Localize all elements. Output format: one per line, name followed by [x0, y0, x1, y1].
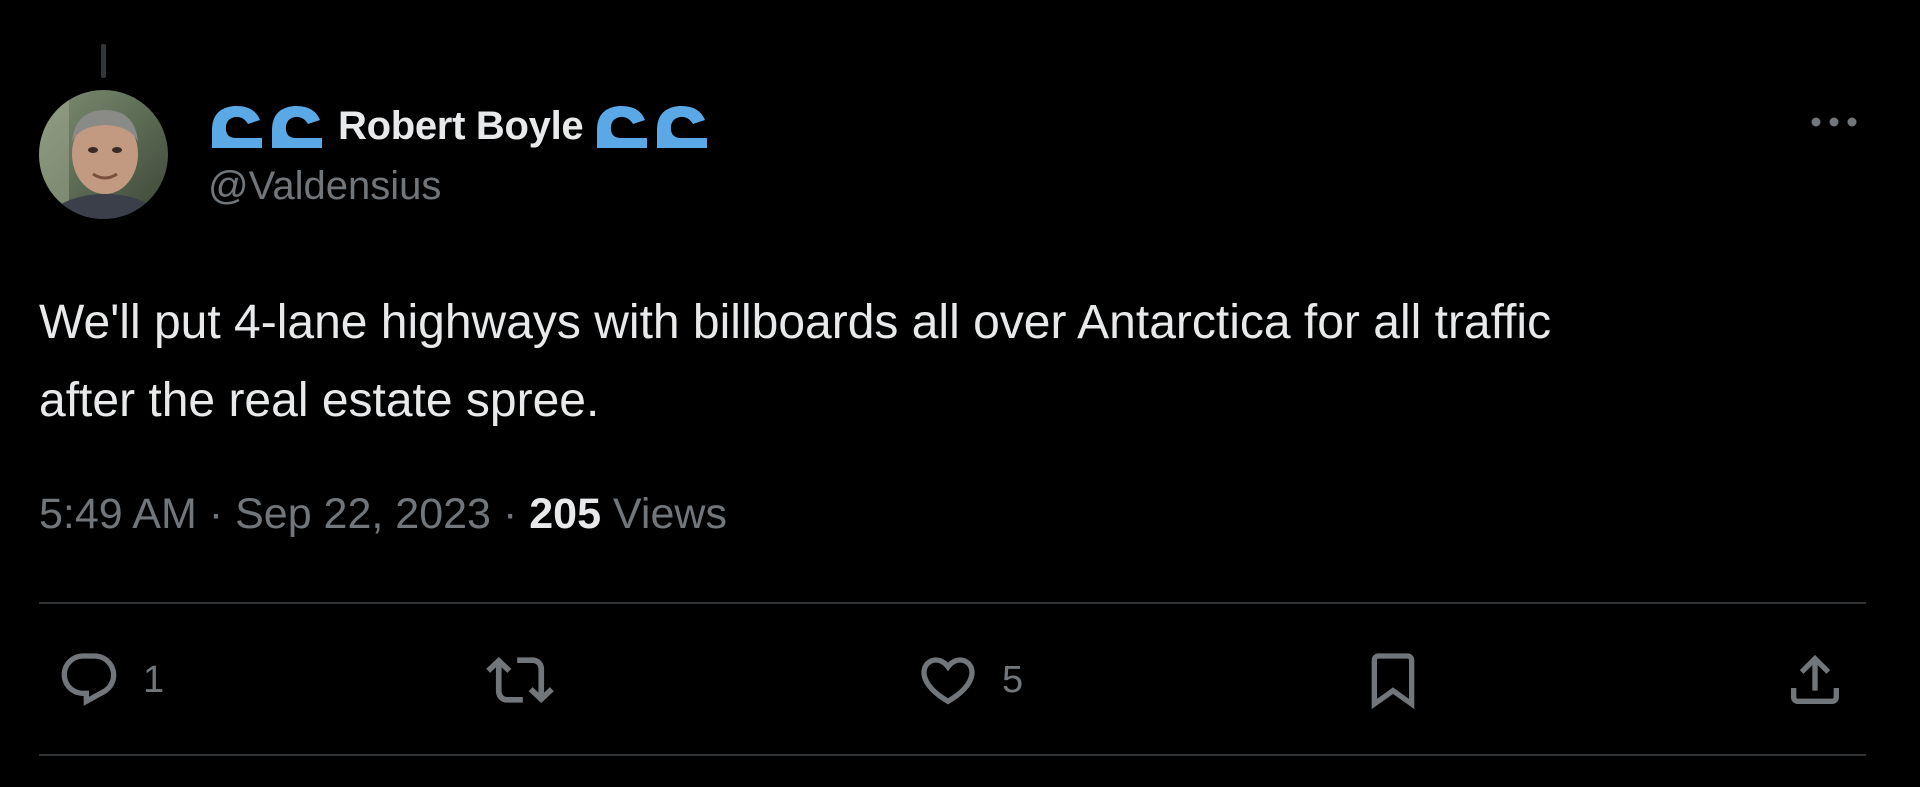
bookmark-icon — [1361, 648, 1425, 712]
heart-icon — [916, 648, 980, 712]
tweet-date[interactable]: Sep 22, 2023 — [235, 490, 491, 539]
meta-separator: · — [208, 490, 224, 538]
action-bar: 1 5 — [39, 640, 1866, 720]
more-options-button[interactable] — [1808, 104, 1860, 144]
reply-count: 1 — [143, 658, 165, 701]
thread-connector-line — [101, 44, 106, 78]
avatar[interactable] — [39, 90, 168, 219]
author-name-row[interactable]: Robert Boyle — [208, 98, 713, 154]
like-count: 5 — [1002, 658, 1024, 701]
retweet-icon — [486, 646, 554, 714]
tweet-meta: 5:49 AM · Sep 22, 2023 · 205 Views — [39, 490, 727, 539]
divider — [39, 602, 1866, 604]
tweet-text: We'll put 4-lane highways with billboard… — [39, 296, 1552, 427]
retweet-button[interactable] — [486, 640, 554, 720]
views-count[interactable]: 205 — [529, 490, 601, 539]
more-icon — [1810, 115, 1858, 133]
share-icon — [1783, 648, 1847, 712]
water-wave-icon — [593, 98, 713, 154]
divider — [39, 754, 1866, 756]
author-display-name[interactable]: Robert Boyle — [338, 104, 584, 149]
reply-icon — [57, 648, 121, 712]
share-button[interactable] — [1783, 640, 1847, 720]
author-handle[interactable]: @Valdensius — [208, 164, 441, 209]
avatar-photo — [39, 90, 168, 219]
views-label[interactable]: Views — [613, 490, 727, 539]
tweet-time[interactable]: 5:49 AM — [39, 490, 197, 539]
water-wave-icon — [208, 98, 328, 154]
like-button[interactable]: 5 — [916, 640, 1023, 720]
meta-separator: · — [502, 490, 518, 538]
bookmark-button[interactable] — [1361, 640, 1425, 720]
reply-button[interactable]: 1 — [57, 640, 164, 720]
